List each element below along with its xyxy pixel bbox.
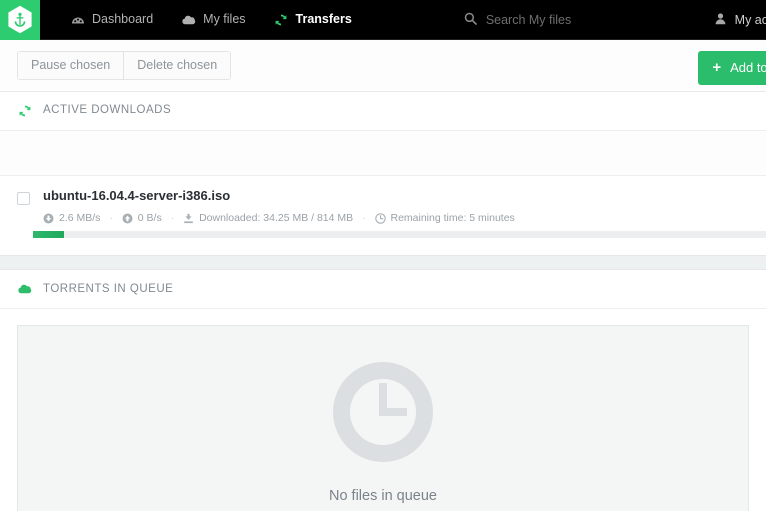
upload-circle-icon (122, 213, 133, 224)
nav-item-dashboard-label: Dashboard (92, 12, 154, 27)
user-icon (714, 12, 727, 28)
remaining-time-stat: Remaining time: 5 minutes (374, 212, 515, 225)
queue-area: No files in queue (0, 309, 766, 511)
download-filename: ubuntu-16.04.4-server-i386.iso (43, 188, 231, 203)
download-progress-bar (33, 231, 766, 238)
sync-refresh-icon (17, 104, 32, 119)
top-navigation-bar: Dashboard My files Transfers Search My f… (0, 0, 766, 40)
active-downloads-header: ACTIVE DOWNLOADS (0, 92, 766, 131)
upload-speed-stat: 0 B/s (122, 212, 162, 224)
downloads-top-spacer (0, 131, 766, 176)
nav-item-my-files[interactable]: My files (167, 0, 259, 40)
bulk-action-button-group: Pause chosen Delete chosen (17, 50, 232, 81)
plus-icon: + (712, 59, 722, 76)
download-tray-icon (183, 213, 194, 224)
pause-chosen-button[interactable]: Pause chosen (17, 50, 125, 81)
account-menu[interactable]: My ac (714, 0, 766, 40)
delete-chosen-button[interactable]: Delete chosen (124, 50, 232, 81)
nav-item-transfers[interactable]: Transfers (260, 0, 366, 40)
app-logo[interactable] (0, 0, 40, 40)
nav-items: Dashboard My files Transfers (56, 0, 366, 40)
download-progress-fill (33, 231, 64, 238)
dashboard-gauge-icon (70, 12, 85, 27)
download-speed-value: 2.6 MB/s (59, 212, 101, 225)
download-speed-stat: 2.6 MB/s (43, 212, 100, 224)
sync-refresh-icon (274, 12, 289, 27)
download-item-checkbox[interactable] (17, 192, 30, 205)
add-torrent-label: Add tor (730, 60, 766, 75)
torrents-queue-header: TORRENTS IN QUEUE (0, 270, 766, 310)
clock-icon (374, 213, 386, 224)
transfers-toolbar: Pause chosen Delete chosen + Add tor (0, 40, 766, 92)
nav-item-dashboard[interactable]: Dashboard (56, 0, 167, 40)
stat-separator: · (170, 212, 175, 224)
nav-item-transfers-label: Transfers (295, 12, 352, 27)
cloud-icon (181, 12, 196, 27)
clock-large-icon (329, 358, 437, 471)
stat-separator: · (109, 212, 113, 224)
stat-separator: · (362, 212, 366, 224)
downloaded-amount-value: Downloaded: 34.25 MB / 814 MB (199, 212, 354, 225)
anchor-hexagon-logo-icon (7, 5, 33, 34)
account-label: My ac (734, 13, 766, 27)
add-torrent-button[interactable]: + Add tor (698, 51, 766, 85)
section-divider-band (0, 255, 766, 271)
empty-queue-panel: No files in queue (17, 325, 749, 511)
upload-speed-value: 0 B/s (137, 212, 162, 225)
cloud-icon (17, 282, 32, 297)
download-item-row: ubuntu-16.04.4-server-i386.iso 2.6 MB/s … (0, 176, 766, 238)
nav-item-my-files-label: My files (203, 12, 246, 27)
search-box[interactable] (464, 12, 716, 28)
search-icon (464, 12, 477, 28)
downloads-bottom-spacer (0, 224, 766, 256)
download-stats: 2.6 MB/s · 0 B/s · Downloaded: 34.25 MB … (43, 212, 749, 224)
torrents-queue-title: TORRENTS IN QUEUE (43, 282, 174, 295)
download-circle-icon (43, 213, 54, 224)
remaining-time-value: Remaining time: 5 minutes (390, 212, 515, 225)
active-downloads-title: ACTIVE DOWNLOADS (43, 104, 172, 117)
downloaded-amount-stat: Downloaded: 34.25 MB / 814 MB (183, 212, 353, 224)
search-input[interactable] (485, 12, 716, 27)
empty-queue-message: No files in queue (328, 487, 437, 504)
